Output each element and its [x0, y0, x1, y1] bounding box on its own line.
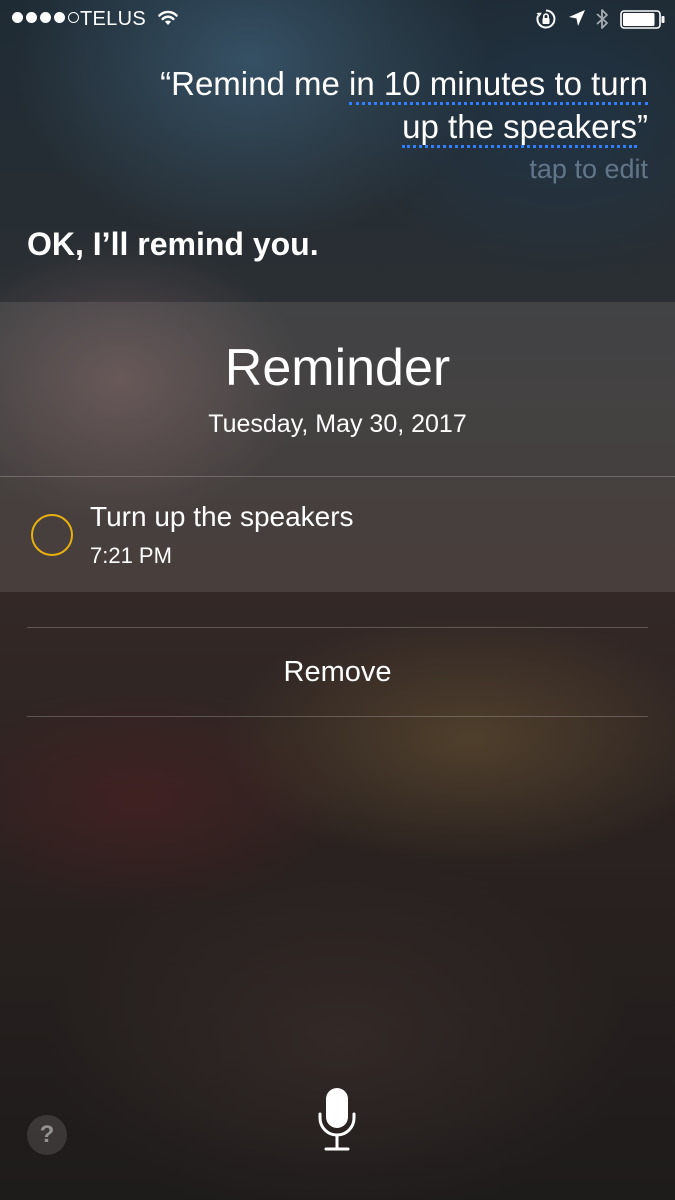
reminder-title: Turn up the speakers [90, 501, 354, 532]
query-editable-text[interactable]: in 10 minutes to turn [349, 65, 648, 105]
microphone-icon[interactable] [314, 1084, 360, 1154]
query-editable-text[interactable]: up the speakers [402, 108, 637, 148]
signal-dot [26, 12, 37, 23]
divider [27, 716, 648, 717]
signal-dot [40, 12, 51, 23]
orientation-lock-icon [536, 9, 556, 29]
signal-strength-icon [12, 12, 79, 23]
carrier-name: TELUS [80, 8, 146, 30]
status-bar: TELUS [0, 0, 675, 38]
card-title: Reminder [224, 339, 451, 397]
query-plain-text: Remind me [171, 65, 349, 102]
signal-dot [12, 12, 23, 23]
reminder-time: 7:21 PM [90, 543, 172, 568]
reminder-card: Reminder Tuesday, May 30, 2017 Turn up t… [0, 302, 675, 592]
query-open-quote: “ [160, 65, 172, 102]
reminder-checkbox[interactable] [31, 514, 73, 556]
siri-query[interactable]: “Remind me in 10 minutes to turn up the … [48, 62, 648, 148]
signal-dot-empty [68, 12, 79, 23]
help-button[interactable]: ? [27, 1115, 67, 1155]
query-close-quote: ” [637, 108, 648, 145]
card-date: Tuesday, May 30, 2017 [208, 410, 467, 438]
tap-to-edit-hint[interactable]: tap to edit [529, 154, 648, 185]
wifi-icon [158, 10, 178, 25]
reminder-item[interactable]: Turn up the speakers 7:21 PM [0, 477, 675, 592]
remove-button[interactable]: Remove [27, 628, 648, 716]
bluetooth-icon [596, 9, 608, 29]
location-arrow-icon [569, 10, 585, 26]
signal-dot [54, 12, 65, 23]
battery-icon [620, 10, 665, 29]
siri-response: OK, I’ll remind you. [27, 226, 319, 262]
